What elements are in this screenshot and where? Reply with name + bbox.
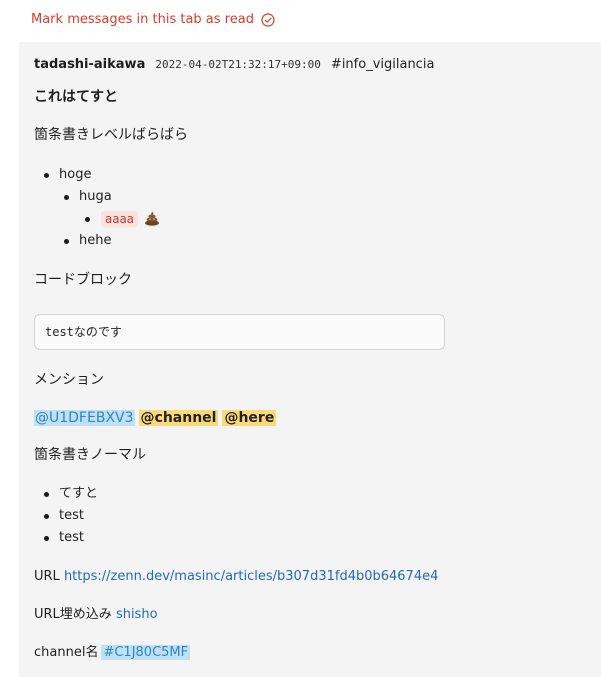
message-author[interactable]: tadashi-aikawa (34, 57, 145, 72)
message-timestamp: 2022-04-02T21:32:17+09:00 (155, 58, 321, 71)
list-item: huga (34, 186, 160, 208)
list-item: てすと (34, 483, 98, 505)
mention-channel[interactable]: @channel (138, 410, 219, 426)
message-card: tadashi-aikawa 2022-04-02T21:32:17+09:00… (19, 42, 601, 677)
list-item: hoge (34, 164, 160, 186)
list-item-text: test (59, 530, 84, 545)
inline-code: aaaa (101, 211, 138, 227)
section-mention: メンション (34, 372, 104, 388)
channel-line: channel名 #C1J80C5MF (34, 644, 191, 662)
message-header: tadashi-aikawa 2022-04-02T21:32:17+09:00… (34, 57, 434, 72)
list-item-text: test (59, 508, 84, 523)
mention-line: @U1DFEBXV3 @channel @here (34, 409, 277, 427)
section-bullets-levels: 箇条書きレベルばらばら (34, 127, 188, 143)
list-item: test (34, 527, 98, 549)
poop-icon (144, 210, 160, 226)
mark-read-link[interactable]: Mark messages in this tab as read (31, 12, 275, 27)
list-item-text: hoge (59, 167, 92, 182)
list-item: hehe (34, 230, 160, 252)
url-embed-label: URL埋め込み (34, 607, 112, 622)
url-line: URL https://zenn.dev/masinc/articles/b30… (34, 568, 438, 586)
url-embed-link[interactable]: shisho (116, 607, 158, 622)
list-item-text: てすと (59, 486, 99, 501)
normal-list: てすと test test (34, 483, 98, 549)
list-item: aaaa (34, 208, 160, 230)
section-bullets-normal: 箇条書きノーマル (34, 447, 146, 463)
channel-link[interactable]: #C1J80C5MF (101, 645, 191, 660)
mark-read-label[interactable]: Mark messages in this tab as read (31, 12, 254, 27)
code-block: testなのです (34, 314, 445, 350)
mention-here[interactable]: @here (222, 410, 277, 426)
mention-user[interactable]: @U1DFEBXV3 (34, 410, 135, 426)
url-link[interactable]: https://zenn.dev/masinc/articles/b307d31… (64, 569, 438, 584)
list-item: test (34, 505, 98, 527)
message-title: これはてすと (34, 89, 118, 105)
list-item-text: hehe (79, 233, 112, 248)
list-item-text: huga (79, 189, 112, 204)
nested-list: hoge huga aaaa hehe (34, 164, 160, 252)
url-embed-line: URL埋め込み shisho (34, 606, 158, 624)
check-circle-icon[interactable] (261, 12, 275, 27)
page: Mark messages in this tab as read tadash… (0, 0, 601, 677)
message-channel[interactable]: #info_vigilancia (331, 57, 435, 72)
url-label: URL (34, 569, 60, 584)
section-codeblock: コードブロック (34, 272, 132, 288)
channel-label: channel名 (34, 645, 99, 660)
